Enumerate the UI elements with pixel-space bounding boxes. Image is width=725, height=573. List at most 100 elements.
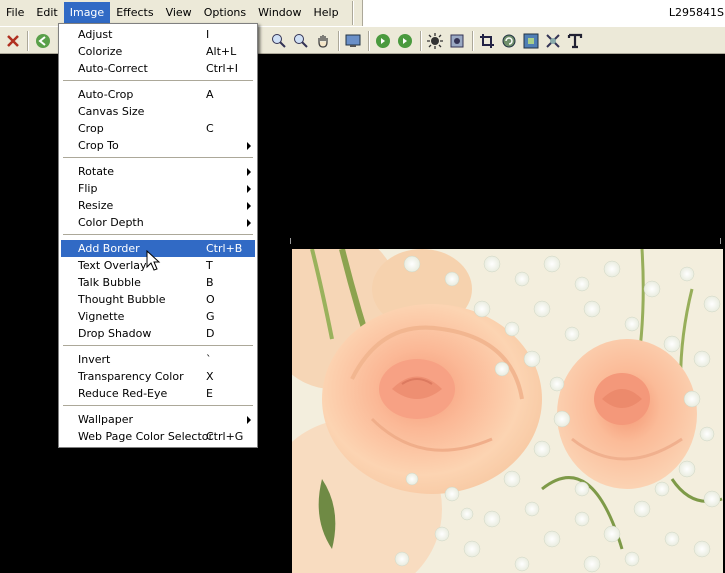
menu-item-color-depth[interactable]: Color Depth bbox=[61, 214, 255, 231]
toolbar-separator bbox=[472, 31, 474, 51]
menu-separator bbox=[63, 80, 253, 81]
menu-item-colorize[interactable]: Colorize Alt+L bbox=[61, 43, 255, 60]
toolbar-separator bbox=[338, 31, 340, 51]
brightness-icon[interactable] bbox=[426, 32, 444, 50]
prev-green-icon[interactable] bbox=[374, 32, 392, 50]
selection-handle[interactable] bbox=[720, 238, 721, 244]
menu-item-web-page-color-selector[interactable]: Web Page Color Selector Ctrl+G bbox=[61, 428, 255, 445]
toolbar-separator bbox=[420, 31, 422, 51]
menu-item-shortcut: O bbox=[206, 293, 215, 306]
menu-item-invert[interactable]: Invert ` bbox=[61, 351, 255, 368]
menu-item-label: Resize bbox=[78, 199, 114, 212]
menu-item-flip[interactable]: Flip bbox=[61, 180, 255, 197]
menu-help[interactable]: Help bbox=[308, 2, 345, 24]
menu-item-shortcut: ` bbox=[206, 353, 212, 366]
menu-item-shortcut: E bbox=[206, 387, 213, 400]
image-menu-dropdown: Adjust I Colorize Alt+L Auto-Correct Ctrl+I Au… bbox=[58, 23, 258, 448]
menu-item-shortcut: D bbox=[206, 327, 215, 340]
menu-item-talk-bubble[interactable]: Talk Bubble B bbox=[61, 274, 255, 291]
next-green-icon[interactable] bbox=[396, 32, 414, 50]
menu-item-label: Color Depth bbox=[78, 216, 144, 229]
menu-options[interactable]: Options bbox=[198, 2, 252, 24]
menu-item-shortcut: Ctrl+B bbox=[206, 242, 243, 255]
menu-item-resize[interactable]: Resize bbox=[61, 197, 255, 214]
filename-box: L295841S bbox=[362, 0, 725, 26]
menu-item-label: Reduce Red-Eye bbox=[78, 387, 168, 400]
menu-item-shortcut: C bbox=[206, 122, 214, 135]
crop-icon[interactable] bbox=[478, 32, 496, 50]
menu-item-label: Auto-Correct bbox=[78, 62, 148, 75]
menu-item-shortcut: G bbox=[206, 310, 215, 323]
menu-item-label: Wallpaper bbox=[78, 413, 134, 426]
menu-separator bbox=[63, 405, 253, 406]
menu-item-label: Talk Bubble bbox=[78, 276, 141, 289]
hand-icon[interactable] bbox=[314, 32, 332, 50]
menu-item-canvas-size[interactable]: Canvas Size bbox=[61, 103, 255, 120]
rotate-icon[interactable] bbox=[500, 32, 518, 50]
menu-window[interactable]: Window bbox=[252, 2, 307, 24]
menu-item-rotate[interactable]: Rotate bbox=[61, 163, 255, 180]
submenu-arrow-icon bbox=[247, 219, 251, 227]
menu-item-auto-correct[interactable]: Auto-Correct Ctrl+I bbox=[61, 60, 255, 77]
text-icon[interactable] bbox=[566, 32, 584, 50]
menu-item-shortcut: A bbox=[206, 88, 214, 101]
toolbar-separator bbox=[27, 31, 29, 51]
submenu-arrow-icon bbox=[247, 185, 251, 193]
menu-file[interactable]: File bbox=[0, 2, 30, 24]
roses-photo bbox=[292, 249, 723, 573]
menu-item-label: Vignette bbox=[78, 310, 125, 323]
menu-item-label: Rotate bbox=[78, 165, 115, 178]
menu-item-label: Adjust bbox=[78, 28, 113, 41]
menu-item-label: Auto-Crop bbox=[78, 88, 134, 101]
zoom-in-icon[interactable] bbox=[270, 32, 288, 50]
menubar-divider bbox=[352, 1, 354, 25]
menu-item-label: Invert bbox=[78, 353, 111, 366]
menu-item-shortcut: T bbox=[206, 259, 213, 272]
menu-item-thought-bubble[interactable]: Thought Bubble O bbox=[61, 291, 255, 308]
transform-icon[interactable] bbox=[544, 32, 562, 50]
menu-item-label: Thought Bubble bbox=[78, 293, 166, 306]
resize-icon[interactable] bbox=[522, 32, 540, 50]
menu-item-shortcut: X bbox=[206, 370, 214, 383]
toolbar-separator bbox=[368, 31, 370, 51]
menu-item-crop-to[interactable]: Crop To bbox=[61, 137, 255, 154]
selection-handle[interactable] bbox=[290, 238, 291, 244]
menu-item-drop-shadow[interactable]: Drop Shadow D bbox=[61, 325, 255, 342]
close-icon[interactable] bbox=[4, 32, 22, 50]
menu-separator bbox=[63, 234, 253, 235]
menu-item-label: Colorize bbox=[78, 45, 123, 58]
submenu-arrow-icon bbox=[247, 202, 251, 210]
menu-item-label: Flip bbox=[78, 182, 98, 195]
menu-item-shortcut: Alt+L bbox=[206, 45, 237, 58]
menu-item-auto-crop[interactable]: Auto-Crop A bbox=[61, 86, 255, 103]
menu-effects[interactable]: Effects bbox=[110, 2, 159, 24]
menu-item-label: Canvas Size bbox=[78, 105, 145, 118]
menu-item-label: Crop To bbox=[78, 139, 119, 152]
menu-item-label: Text Overlay bbox=[78, 259, 147, 272]
menu-item-shortcut: Ctrl+I bbox=[206, 62, 239, 75]
menu-item-reduce-red-eye[interactable]: Reduce Red-Eye E bbox=[61, 385, 255, 402]
menu-view[interactable]: View bbox=[160, 2, 198, 24]
menu-item-label: Crop bbox=[78, 122, 104, 135]
zoom-out-icon[interactable] bbox=[292, 32, 310, 50]
menu-item-shortcut: Ctrl+G bbox=[206, 430, 244, 443]
mouse-cursor-icon bbox=[146, 250, 161, 271]
screen-icon[interactable] bbox=[344, 32, 362, 50]
submenu-arrow-icon bbox=[247, 416, 251, 424]
menu-item-wallpaper[interactable]: Wallpaper bbox=[61, 411, 255, 428]
menu-item-crop[interactable]: Crop C bbox=[61, 120, 255, 137]
menu-edit[interactable]: Edit bbox=[30, 2, 63, 24]
menu-item-shortcut: I bbox=[206, 28, 210, 41]
menu-image[interactable]: Image bbox=[63, 2, 111, 24]
submenu-arrow-icon bbox=[247, 168, 251, 176]
menu-item-transparency-color[interactable]: Transparency Color X bbox=[61, 368, 255, 385]
filename-text: L295841S bbox=[668, 6, 724, 19]
menu-item-vignette[interactable]: Vignette G bbox=[61, 308, 255, 325]
menu-item-label: Add Border bbox=[78, 242, 140, 255]
menu-item-adjust[interactable]: Adjust I bbox=[61, 26, 255, 43]
effects-icon[interactable] bbox=[448, 32, 466, 50]
menu-separator bbox=[63, 345, 253, 346]
back-icon[interactable] bbox=[34, 32, 52, 50]
menu-item-shortcut: B bbox=[206, 276, 214, 289]
submenu-arrow-icon bbox=[247, 142, 251, 150]
